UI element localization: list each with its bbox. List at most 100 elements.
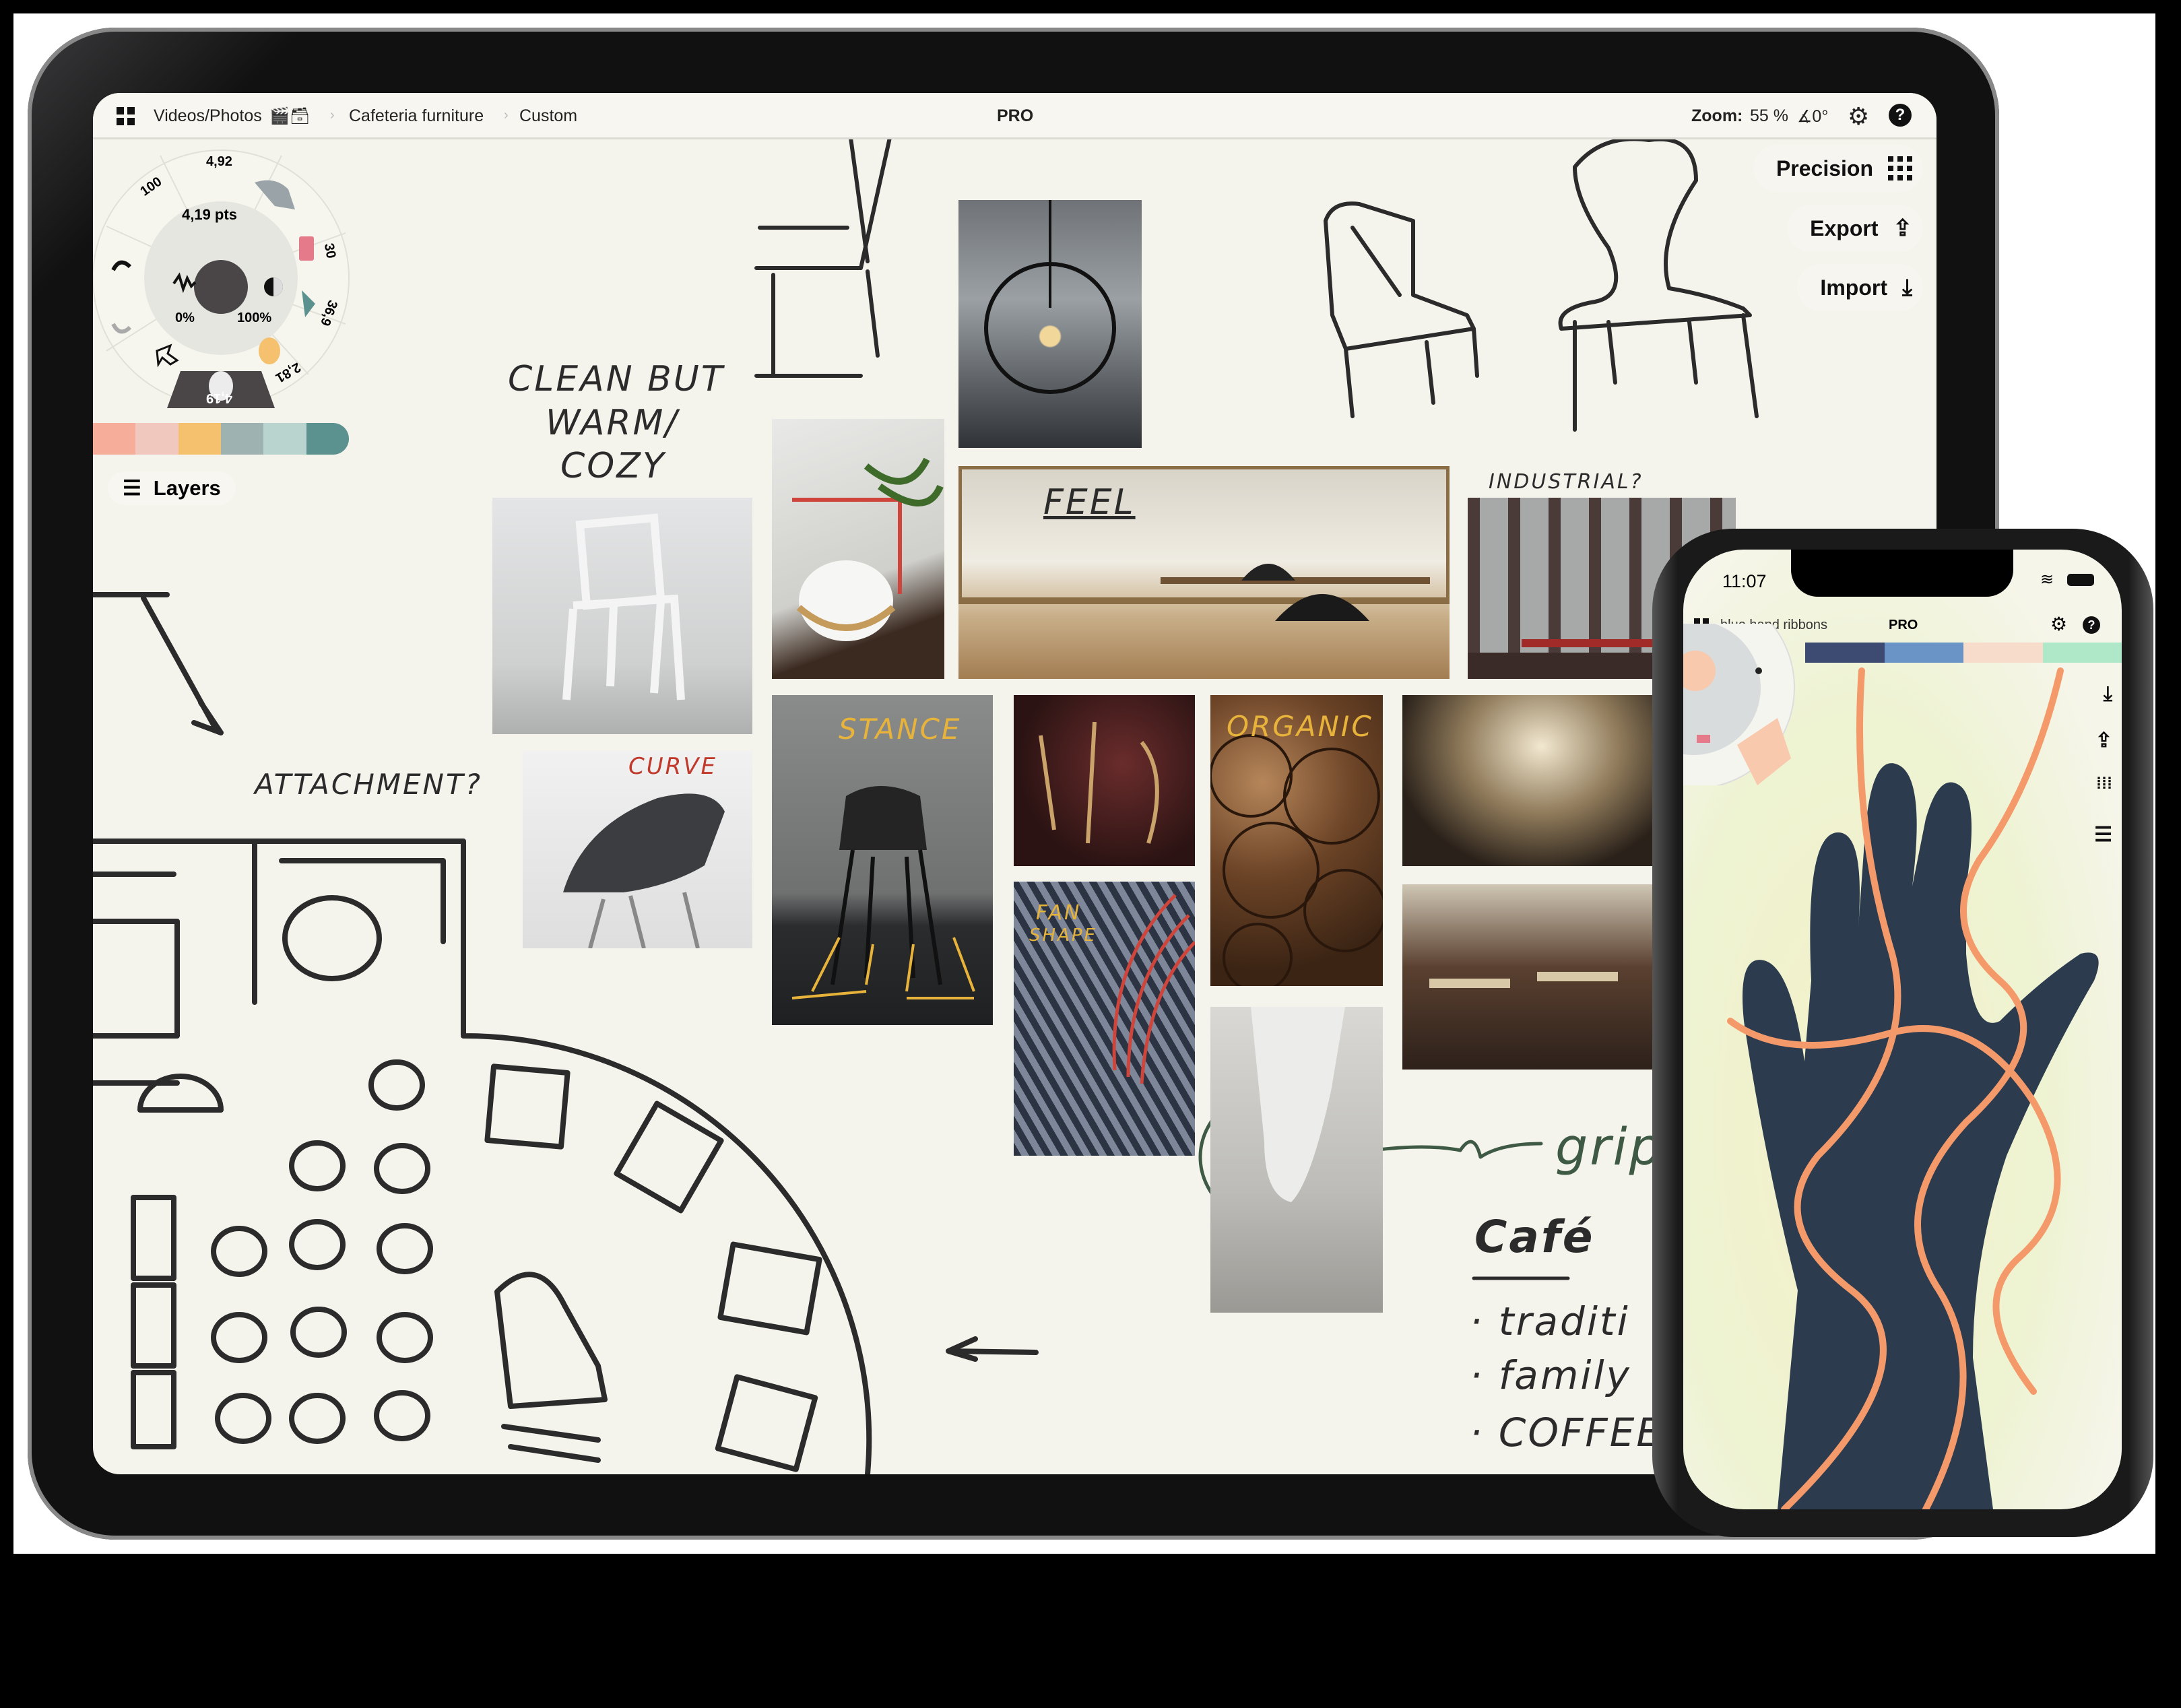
floor-plan-round-table: [215, 1393, 271, 1444]
pencil-brush-icon: [259, 337, 280, 364]
note-feel: FEEL: [1043, 482, 1136, 523]
breadcrumb-videos-photos[interactable]: Videos/Photos: [154, 106, 262, 126]
chair-sketch-tall-back: [1558, 137, 1759, 432]
breadcrumb-custom[interactable]: Custom: [519, 106, 577, 126]
chair-sketch-hatched: [1324, 201, 1479, 418]
note-cafe: Café: [1474, 1211, 1595, 1263]
photo-curve-chair[interactable]: [523, 751, 752, 948]
note-attachment: ATTACHMENT?: [255, 768, 482, 801]
floor-plan-round-table: [289, 1219, 346, 1270]
floor-plan-piano: [494, 1272, 608, 1463]
floor-plan-round-table: [368, 1059, 425, 1111]
gear-icon[interactable]: ⚙: [2050, 613, 2067, 635]
blue-hand: [1743, 763, 2099, 1509]
color-swatch[interactable]: [263, 423, 306, 455]
gear-icon[interactable]: ⚙: [1848, 102, 1869, 131]
floor-plan-table-square: [484, 1063, 571, 1150]
color-swatch[interactable]: [178, 423, 221, 455]
note-stance: STANCE: [839, 713, 962, 746]
breadcrumb-cafeteria-furniture[interactable]: Cafeteria furniture: [349, 106, 484, 126]
active-color-swatch: [194, 260, 248, 314]
pro-badge[interactable]: PRO: [1889, 618, 1918, 633]
photo-dark-chairs[interactable]: [1014, 695, 1195, 866]
photo-grip-closeup[interactable]: [1210, 1007, 1383, 1313]
note-clean-but: CLEAN BUT: [508, 359, 725, 399]
color-swatch[interactable]: [1963, 643, 2043, 663]
color-swatch[interactable]: [220, 423, 264, 455]
floor-plan-round-table: [211, 1226, 267, 1277]
wheel-segment-value[interactable]: 4,19: [206, 390, 232, 405]
precision-label: Precision: [1776, 156, 1873, 180]
color-swatch[interactable]: [1805, 643, 1885, 663]
precision-button[interactable]: Precision: [1753, 145, 1923, 192]
grid-dots-icon[interactable]: ⁞⁞⁞: [2096, 775, 2112, 793]
chevron-right-icon: ›: [330, 108, 335, 123]
download-icon: ⤓: [1901, 274, 1912, 300]
brush-size-value[interactable]: 4,19 pts: [182, 206, 237, 224]
export-button[interactable]: Export ⇪: [1787, 205, 1923, 252]
floor-plan-round-table: [374, 1390, 430, 1441]
wifi-icon: ≋: [2040, 570, 2054, 589]
color-swatch[interactable]: [2042, 643, 2122, 663]
help-icon[interactable]: ?: [2083, 616, 2100, 634]
wheel-segment-value[interactable]: 4,92: [206, 154, 232, 170]
opacity-value[interactable]: 100%: [237, 310, 271, 326]
floor-plan-round-table: [289, 1393, 346, 1444]
zoom-value[interactable]: 55 %: [1750, 106, 1788, 126]
arrow-sketch: [93, 592, 224, 735]
pro-badge[interactable]: PRO: [997, 106, 1033, 126]
upload-icon[interactable]: ⇪: [2095, 729, 2112, 752]
tool-wheel[interactable]: 4,19 pts 0% 100% 100 4,92 30 36,9 2,81 4…: [93, 149, 356, 412]
floor-plan-table-square: [614, 1101, 724, 1214]
floor-plan-round-table: [377, 1312, 433, 1363]
floor-plan-bench: [131, 1282, 176, 1369]
floor-plan-bench: [131, 1195, 176, 1281]
import-button[interactable]: Import ⤓: [1797, 264, 1923, 311]
photo-restaurant[interactable]: [1402, 884, 1655, 1070]
floor-plan-round-table: [374, 1143, 430, 1194]
grid-icon[interactable]: [117, 107, 135, 125]
folder-emoji-icon: 🎬🗃: [269, 107, 311, 125]
help-icon[interactable]: ?: [1889, 104, 1912, 127]
chair-sketch-side: [754, 111, 897, 378]
note-organic: ORGANIC: [1227, 710, 1373, 743]
photo-pendant-lamp[interactable]: [958, 200, 1142, 448]
floor-plan-round-table: [289, 1140, 346, 1191]
color-swatch[interactable]: [1884, 643, 1963, 663]
floor-plan-round-table: [211, 1312, 267, 1363]
layers-label: Layers: [153, 476, 221, 500]
iphone-screen: 11:07 ≋ blue hand ribbons PRO ⚙ ? ⤓ ⇪ ⁞⁞…: [1683, 550, 2122, 1509]
floor-plan-round-table: [377, 1223, 433, 1274]
note-fan: FAN: [1036, 901, 1082, 925]
rotation-value[interactable]: ∡0°: [1797, 106, 1828, 127]
note-shape: SHAPE: [1029, 925, 1097, 946]
color-palette: [1805, 643, 2122, 663]
zoom-label: Zoom:: [1691, 106, 1743, 125]
phone-notch: [1791, 550, 2013, 597]
note-list-item: · traditi: [1470, 1299, 1630, 1344]
color-palette: [93, 423, 349, 455]
floor-plan-interior: [93, 839, 446, 1086]
photo-white-chair[interactable]: [492, 498, 752, 734]
wheel-segment-value[interactable]: 30: [321, 242, 339, 260]
layers-button[interactable]: ☰ Layers: [108, 471, 236, 505]
eraser-icon: [299, 236, 314, 261]
smoothing-value[interactable]: 0%: [175, 310, 195, 326]
photo-corner-chair[interactable]: [772, 419, 944, 679]
color-swatch[interactable]: [93, 423, 136, 455]
download-icon[interactable]: ⤓: [2104, 683, 2112, 706]
photo-cafe-interior[interactable]: [958, 466, 1450, 679]
export-label: Export: [1810, 216, 1879, 240]
upload-icon: ⇪: [1893, 216, 1913, 241]
note-grip: grip: [1555, 1117, 1664, 1177]
floor-plan-table-square: [715, 1374, 818, 1472]
floor-plan-table-square: [717, 1241, 822, 1336]
floor-plan-round-table: [282, 895, 382, 981]
tool-wheel[interactable]: [1683, 624, 1798, 785]
floor-plan-bench: [131, 1370, 176, 1449]
color-swatch[interactable]: [306, 423, 349, 455]
color-swatch[interactable]: [135, 423, 178, 455]
layers-icon[interactable]: ☰: [2094, 823, 2112, 847]
photo-window-cafe[interactable]: [1402, 695, 1655, 866]
top-bar: Videos/Photos 🎬🗃 › Cafeteria furniture ›…: [93, 93, 1936, 139]
